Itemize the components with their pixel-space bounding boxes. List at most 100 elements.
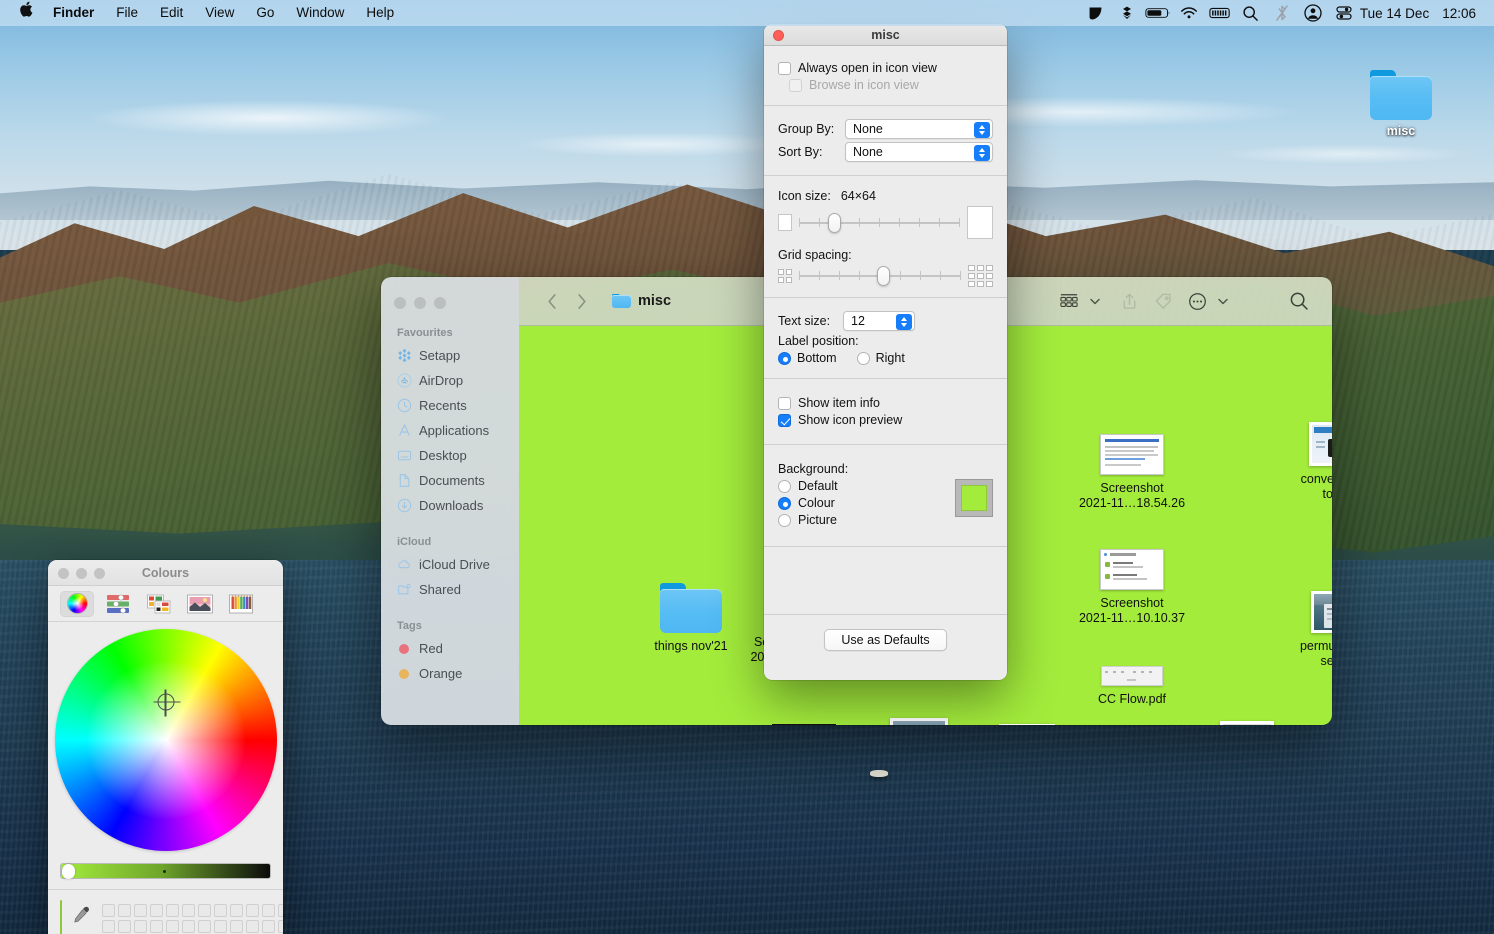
image-palettes-icon[interactable]: [183, 591, 217, 617]
finder-item-screenshot-1854[interactable]: Screenshot 2021-11…18.54.26: [1072, 434, 1192, 511]
swatch-cell[interactable]: [102, 919, 115, 933]
swatch-cell[interactable]: [230, 903, 243, 917]
finder-item-row3-6[interactable]: [1187, 721, 1307, 725]
close-button[interactable]: [58, 568, 69, 579]
sidebar-item-shared[interactable]: Shared: [381, 577, 519, 602]
bluetooth-off-icon[interactable]: [1267, 0, 1297, 26]
menu-item-edit[interactable]: Edit: [149, 0, 194, 26]
back-button[interactable]: [537, 287, 567, 315]
close-button[interactable]: [394, 297, 406, 309]
swatch-cell[interactable]: [246, 903, 259, 917]
minimize-button[interactable]: [76, 568, 87, 579]
finder-item-row3-3[interactable]: [859, 718, 979, 725]
swatch-cell[interactable]: [262, 919, 275, 933]
show-icon-preview-checkbox[interactable]: [778, 413, 791, 427]
share-icon[interactable]: [1114, 288, 1144, 314]
group-by-popup[interactable]: None: [845, 119, 993, 139]
swatch-cell[interactable]: [214, 919, 227, 933]
menu-item-file[interactable]: File: [105, 0, 149, 26]
finder-item-screenshot-1010[interactable]: Screenshot 2021-11…10.10.37: [1072, 549, 1192, 626]
show-item-info-row[interactable]: Show item info: [778, 396, 993, 410]
swatch-cell[interactable]: [166, 919, 179, 933]
brightness-slider-knob[interactable]: [62, 864, 75, 879]
menu-bar-time[interactable]: 12:06: [1432, 6, 1482, 21]
pencils-icon[interactable]: [224, 591, 258, 617]
text-size-popup[interactable]: 12: [843, 311, 915, 331]
label-position-bottom[interactable]: Bottom: [778, 351, 837, 365]
sort-by-popup[interactable]: None: [845, 142, 993, 162]
grid-spacing-slider-knob[interactable]: [876, 266, 890, 286]
swatch-cell[interactable]: [134, 903, 147, 917]
eyedropper-icon[interactable]: [71, 904, 93, 933]
colour-swatch-grid[interactable]: [102, 903, 283, 933]
swatch-cell[interactable]: [198, 903, 211, 917]
apple-menu-icon[interactable]: [10, 0, 47, 26]
colour-sliders-icon[interactable]: [101, 591, 135, 617]
swatch-cell[interactable]: [150, 903, 163, 917]
swatch-cell[interactable]: [102, 903, 115, 917]
sidebar-item-applications[interactable]: Applications: [381, 418, 519, 443]
spotlight-search-icon[interactable]: [1236, 0, 1266, 26]
label-position-right[interactable]: Right: [856, 351, 905, 365]
dropbox-icon[interactable]: [1112, 0, 1142, 26]
background-default-row[interactable]: Default: [778, 479, 941, 493]
battery-icon[interactable]: [1143, 0, 1173, 26]
background-picture-row[interactable]: Picture: [778, 513, 941, 527]
menu-item-help[interactable]: Help: [355, 0, 405, 26]
background-colour-well[interactable]: [955, 479, 993, 517]
colour-wheel-area[interactable]: [48, 622, 283, 857]
background-colour-radio[interactable]: [778, 496, 791, 510]
sidebar-item-airdrop[interactable]: AirDrop: [381, 368, 519, 393]
tag-icon[interactable]: [1148, 288, 1178, 314]
swatch-cell[interactable]: [150, 919, 163, 933]
shape-pointer-icon[interactable]: [1081, 0, 1111, 26]
menu-item-view[interactable]: View: [194, 0, 245, 26]
sort-by-stepper-icon[interactable]: [974, 144, 990, 161]
background-colour-row[interactable]: Colour: [778, 496, 941, 510]
menu-item-go[interactable]: Go: [245, 0, 285, 26]
always-open-icon-view-checkbox[interactable]: [778, 61, 791, 75]
menu-bar-date[interactable]: Tue 14 Dec: [1360, 6, 1431, 21]
battery-full-icon[interactable]: [1205, 0, 1235, 26]
always-open-icon-view-row[interactable]: Always open in icon view: [778, 61, 993, 75]
swatch-cell[interactable]: [182, 903, 195, 917]
icon-size-slider-knob[interactable]: [827, 212, 841, 233]
swatch-cell[interactable]: [134, 919, 147, 933]
swatch-cell[interactable]: [118, 919, 131, 933]
colour-palettes-icon[interactable]: [142, 591, 176, 617]
sidebar-item-tag-red[interactable]: Red: [381, 636, 519, 661]
swatch-cell[interactable]: [278, 919, 283, 933]
finder-item-convertio[interactable]: convertio-mov- to-mp4: [1282, 422, 1332, 502]
background-picture-radio[interactable]: [778, 513, 791, 527]
show-item-info-checkbox[interactable]: [778, 396, 791, 410]
more-chevron-down-icon[interactable]: [1216, 298, 1230, 305]
brightness-slider[interactable]: [60, 863, 271, 879]
close-icon[interactable]: [773, 30, 784, 41]
group-by-chevron-down-icon[interactable]: [1088, 298, 1102, 305]
control-center-icon[interactable]: [1329, 0, 1359, 26]
colour-wheel-crosshair[interactable]: [153, 689, 180, 717]
wifi-icon[interactable]: [1174, 0, 1204, 26]
text-size-stepper-icon[interactable]: [896, 313, 912, 330]
maximize-button[interactable]: [434, 297, 446, 309]
sidebar-item-documents[interactable]: Documents: [381, 468, 519, 493]
use-as-defaults-button[interactable]: Use as Defaults: [824, 629, 947, 651]
grid-spacing-slider[interactable]: [799, 266, 961, 286]
menu-item-finder[interactable]: Finder: [47, 0, 105, 26]
user-account-icon[interactable]: [1298, 0, 1328, 26]
swatch-cell[interactable]: [182, 919, 195, 933]
finder-item-cc-flow-pdf[interactable]: CC Flow.pdf: [1072, 666, 1192, 707]
more-ellipsis-icon[interactable]: [1182, 288, 1212, 314]
swatch-cell[interactable]: [166, 903, 179, 917]
swatch-cell[interactable]: [230, 919, 243, 933]
menu-item-window[interactable]: Window: [285, 0, 355, 26]
swatch-cell[interactable]: [214, 903, 227, 917]
swatch-cell[interactable]: [198, 919, 211, 933]
colour-wheel[interactable]: [54, 628, 277, 851]
sidebar-item-setapp[interactable]: Setapp: [381, 343, 519, 368]
label-position-bottom-radio[interactable]: [778, 351, 791, 365]
current-colour-swatch[interactable]: [60, 900, 62, 934]
swatch-cell[interactable]: [246, 919, 259, 933]
background-default-radio[interactable]: [778, 479, 791, 493]
group-by-stepper-icon[interactable]: [974, 121, 990, 138]
